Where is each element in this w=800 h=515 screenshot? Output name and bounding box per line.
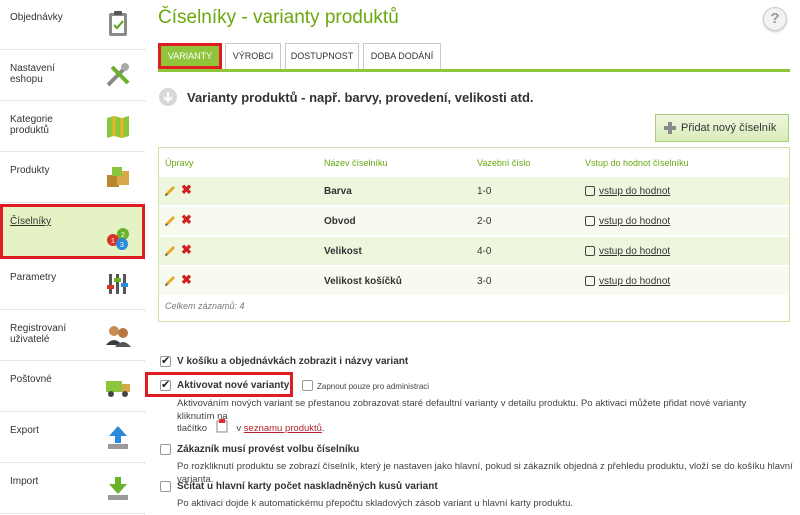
pencil-icon[interactable] bbox=[164, 275, 176, 287]
show-variant-names-checkbox[interactable] bbox=[160, 354, 171, 367]
sidebar-item-label: Objednávky bbox=[10, 12, 63, 23]
row-name: Velikost košíčků bbox=[324, 276, 402, 287]
section-subtitle: Varianty produktů - např. barvy, provede… bbox=[187, 90, 534, 105]
enter-icon bbox=[585, 186, 595, 196]
variant-button-icon bbox=[216, 419, 228, 433]
row-code: 2-0 bbox=[477, 216, 492, 227]
activate-variants-label: Aktivovat nové varianty bbox=[177, 380, 290, 391]
sidebar-item-label: Registrovaní uživatelé bbox=[10, 323, 67, 345]
row-name: Velikost bbox=[324, 246, 362, 257]
delete-icon[interactable]: ✖ bbox=[181, 272, 192, 288]
enter-icon bbox=[585, 216, 595, 226]
desc-period: . bbox=[321, 423, 325, 434]
arrow-down-circle-icon bbox=[159, 88, 177, 106]
sum-stock-label: Sčítat u hlavní karty počet naskladněnýc… bbox=[177, 481, 438, 492]
show-variant-names-label: V košíku a objednávkách zobrazit i názvy… bbox=[177, 356, 409, 367]
sidebar-item-codebooks[interactable]: Číselníky 1 2 3 bbox=[0, 204, 145, 259]
delete-icon[interactable]: ✖ bbox=[181, 182, 192, 198]
row-code: 3-0 bbox=[477, 276, 492, 287]
tab-variants[interactable]: VARIANTY bbox=[158, 43, 222, 69]
sidebar-item-parameters[interactable]: Parametry bbox=[0, 260, 145, 310]
activate-variants-checkbox[interactable] bbox=[160, 378, 171, 391]
admin-only-checkbox[interactable] bbox=[302, 380, 313, 391]
add-codebook-button[interactable]: Přidat nový číselník bbox=[655, 114, 789, 142]
sidebar-item-eshop-settings[interactable]: Nastavení eshopu bbox=[0, 51, 145, 101]
table-row: ✖ Obvod 2-0 vstup do hodnot bbox=[159, 206, 789, 235]
clipboard-icon bbox=[109, 11, 127, 36]
activate-variants-description-2: tlačítko v seznamu produktů. bbox=[177, 419, 325, 435]
delete-icon[interactable]: ✖ bbox=[181, 212, 192, 228]
total-records: Celkem záznamů: 4 bbox=[165, 301, 245, 311]
sidebar-item-orders[interactable]: Objednávky bbox=[0, 0, 145, 50]
upload-icon bbox=[108, 426, 128, 449]
sidebar-item-shipping[interactable]: Poštovné bbox=[0, 362, 145, 412]
sum-stock-checkbox[interactable] bbox=[160, 481, 171, 492]
admin-only-label: Zapnout pouze pro administraci bbox=[317, 382, 430, 391]
desc-in-word: v bbox=[236, 423, 242, 434]
sidebar: Objednávky Nastavení eshopu Kategorie pr… bbox=[0, 0, 145, 515]
sidebar-item-label: Nastavení eshopu bbox=[10, 63, 56, 85]
must-choose-label: Zákazník musí provést volbu číselníku bbox=[177, 444, 360, 455]
pencil-icon[interactable] bbox=[164, 215, 176, 227]
sum-stock-description: Po aktivaci dojde k automatickému přepoč… bbox=[177, 498, 574, 509]
svg-text:3: 3 bbox=[120, 242, 124, 249]
tab-manufacturers[interactable]: VÝROBCI bbox=[225, 43, 281, 69]
table-header-values: Vstup do hodnot číselníku bbox=[585, 158, 689, 168]
sidebar-item-label: Produkty bbox=[10, 165, 50, 176]
table-header-name: Název číselníku bbox=[324, 158, 388, 168]
add-codebook-label: Přidat nový číselník bbox=[681, 122, 777, 134]
sidebar-item-categories[interactable]: Kategorie produktů bbox=[0, 102, 145, 152]
enter-icon bbox=[585, 276, 595, 286]
sidebar-item-label: Parametry bbox=[10, 272, 57, 283]
row-code: 1-0 bbox=[477, 186, 492, 197]
svg-text:2: 2 bbox=[121, 232, 125, 239]
sidebar-item-label: Kategorie produktů bbox=[10, 114, 53, 136]
sidebar-item-registered-users[interactable]: Registrovaní uživatelé bbox=[0, 311, 145, 361]
values-link[interactable]: vstup do hodnot bbox=[599, 246, 670, 257]
sidebar-item-export[interactable]: Export bbox=[0, 413, 145, 463]
desc-button-word: tlačítko bbox=[177, 423, 208, 434]
tools-icon bbox=[106, 63, 130, 87]
values-link[interactable]: vstup do hodnot bbox=[599, 276, 670, 287]
plus-icon bbox=[664, 122, 676, 134]
product-list-link[interactable]: seznamu produktů bbox=[244, 423, 322, 434]
table-header-code: Vazební číslo bbox=[477, 158, 531, 168]
delete-icon[interactable]: ✖ bbox=[181, 242, 192, 258]
pencil-icon[interactable] bbox=[164, 185, 176, 197]
sidebar-item-label: Číselníky bbox=[10, 216, 52, 227]
row-name: Obvod bbox=[324, 216, 356, 227]
help-icon[interactable]: ? bbox=[763, 7, 787, 31]
tab-delivery-time[interactable]: DOBA DODÁNÍ bbox=[363, 43, 441, 69]
map-folder-icon bbox=[107, 116, 129, 138]
table-row: ✖ Velikost 4-0 vstup do hodnot bbox=[159, 236, 789, 265]
numbers-icon: 1 2 3 bbox=[107, 228, 129, 250]
row-name: Barva bbox=[324, 186, 352, 197]
download-icon bbox=[108, 477, 128, 500]
tab-underline bbox=[158, 69, 790, 72]
boxes-icon bbox=[107, 167, 129, 187]
values-link[interactable]: vstup do hodnot bbox=[599, 186, 670, 197]
pencil-icon[interactable] bbox=[164, 245, 176, 257]
table-row: ✖ Barva 1-0 vstup do hodnot bbox=[159, 176, 789, 205]
sliders-icon bbox=[107, 274, 128, 294]
codebook-table: Úpravy Název číselníku Vazební číslo Vst… bbox=[158, 147, 790, 322]
must-choose-checkbox[interactable] bbox=[160, 444, 171, 455]
sidebar-item-label: Import bbox=[10, 476, 39, 487]
sidebar-item-label: Export bbox=[10, 425, 39, 436]
svg-text:1: 1 bbox=[111, 238, 115, 245]
row-code: 4-0 bbox=[477, 246, 492, 257]
table-row: ✖ Velikost košíčků 3-0 vstup do hodnot bbox=[159, 266, 789, 295]
sidebar-item-label: Poštovné bbox=[10, 374, 52, 385]
sidebar-item-import[interactable]: Import bbox=[0, 464, 145, 514]
tab-availability[interactable]: DOSTUPNOST bbox=[285, 43, 359, 69]
users-icon bbox=[106, 326, 131, 347]
page-title: Číselníky - varianty produktů bbox=[158, 7, 399, 28]
table-header-edit: Úpravy bbox=[165, 158, 194, 168]
enter-icon bbox=[585, 246, 595, 256]
sidebar-item-products[interactable]: Produkty bbox=[0, 153, 145, 203]
truck-icon bbox=[106, 381, 130, 397]
values-link[interactable]: vstup do hodnot bbox=[599, 216, 670, 227]
